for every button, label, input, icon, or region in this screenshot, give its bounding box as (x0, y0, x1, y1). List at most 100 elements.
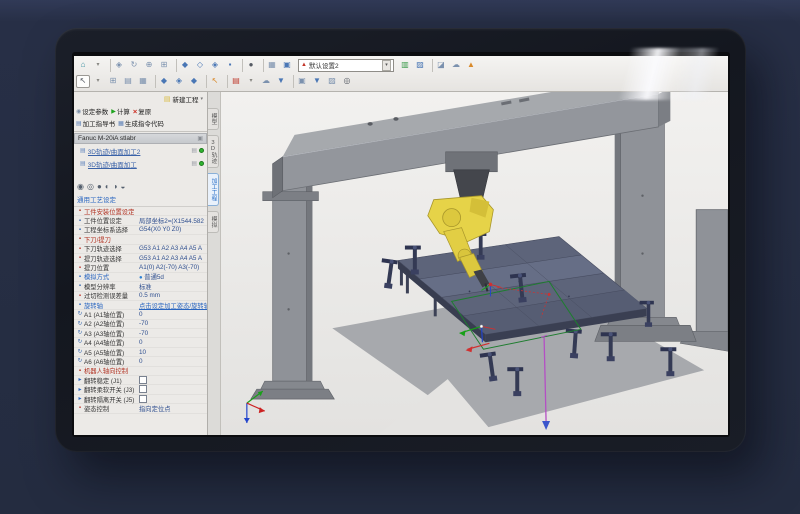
property-value[interactable]: G53 A1 A2 A3 A4 A5 A (139, 255, 207, 262)
config-dropdown[interactable]: ▲ 默认设置2 ▾ (298, 59, 394, 72)
property-row[interactable]: 下刀轨迹选择 G53 A1 A2 A3 A4 A5 A (74, 245, 207, 254)
toolbar-icon[interactable]: ↖ (208, 75, 222, 88)
side-tab[interactable]: 3D轨迹 (208, 135, 219, 169)
property-row[interactable]: 工程坐标系选择 G54(X0 Y0 Z0) (74, 226, 207, 235)
work-guide-button[interactable]: ▤ 加工指导书 (76, 118, 115, 128)
toolbar-icon[interactable]: ▤ (229, 75, 243, 88)
chevron-down-icon[interactable]: ▾ (382, 60, 391, 71)
toolbar-icon[interactable]: ▨ (325, 75, 339, 88)
toolbar-icon[interactable]: ☁ (259, 75, 273, 88)
toolbar-icon[interactable]: ▼ (274, 75, 288, 88)
toolbar-icon[interactable]: ⊞ (106, 75, 120, 88)
toolbar-icon[interactable]: ▾ (91, 75, 105, 88)
property-row[interactable]: 下刀/提刀 (74, 235, 207, 244)
toolbar-icon[interactable] (238, 59, 243, 72)
toolbar-icon[interactable]: ▥ (398, 59, 412, 72)
compute-button[interactable]: ▶ 计算 (111, 106, 130, 116)
property-value[interactable]: -70 (139, 320, 207, 327)
property-value[interactable] (139, 385, 207, 394)
reset-button[interactable]: × 复原 (133, 106, 151, 116)
toolbar-icon[interactable]: ☁ (449, 59, 463, 72)
side-tab[interactable]: 模型 (208, 108, 219, 130)
toolbar-icon[interactable]: ↻ (127, 59, 141, 72)
toolbar-icon[interactable]: ◈ (172, 75, 186, 88)
chevron-down-icon[interactable]: ▾ (200, 96, 203, 102)
property-value[interactable]: 普通5d (139, 272, 207, 281)
property-value[interactable]: G53 A1 A2 A3 A4 A5 A (139, 245, 207, 252)
property-row[interactable]: 工件位置设定 局部坐标2=(X1544.582 (74, 216, 207, 225)
toolbar-icon[interactable]: ▾ (91, 59, 105, 72)
trajectory-item[interactable]: ▤ 3D轨迹/曲面加工 ▤ (74, 157, 207, 170)
property-tool-icon[interactable]: ● (97, 182, 102, 191)
toolbar-icon[interactable]: ◆ (187, 75, 201, 88)
toolbar-icon[interactable]: ▦ (265, 59, 279, 72)
property-row[interactable]: 提刀轨迹选择 G53 A1 A2 A3 A4 A5 A (74, 254, 207, 263)
toolbar-icon[interactable]: ▼ (310, 75, 324, 88)
toolbar-icon[interactable] (172, 59, 177, 72)
property-row[interactable]: 模型分辨率 标准 (74, 282, 207, 291)
property-row[interactable]: A4 (A4轴位置) 0 (74, 338, 207, 347)
toolbar-icon[interactable] (223, 75, 228, 88)
toolbar-icon[interactable]: ◈ (112, 59, 126, 72)
toolbar-icon[interactable]: ▣ (280, 59, 294, 72)
property-value[interactable]: 标准 (139, 282, 207, 291)
property-row[interactable]: A5 (A5轴位置) 10 (74, 348, 207, 357)
toolbar-icon[interactable]: ◈ (208, 59, 222, 72)
property-tool-icon[interactable]: ◎ (87, 182, 94, 191)
toolbar-icon[interactable]: ⊕ (142, 59, 156, 72)
property-row[interactable]: 翻转柔软开关 (J3) (74, 385, 207, 394)
toolbar-icon[interactable]: ▾ (244, 75, 258, 88)
toolbar-icon[interactable]: ◆ (157, 75, 171, 88)
toolbar-icon[interactable]: ▲ (464, 59, 478, 72)
property-value[interactable]: 0.5 mm (139, 292, 207, 299)
set-params-button[interactable]: ◉ 设定参数 (76, 106, 108, 116)
trajectory-item[interactable]: ▤ 3D轨迹/曲面加工2 ▤ (74, 144, 207, 157)
toolbar-icon[interactable]: ▦ (136, 75, 150, 88)
property-row[interactable]: 翻转隔离开关 (J5) (74, 395, 207, 404)
property-row[interactable]: 提刀位置 A1(0) A2(-70) A3(-70) (74, 263, 207, 272)
toolbar-icon[interactable]: ▨ (413, 59, 427, 72)
property-row[interactable]: A3 (A3轴位置) -70 (74, 329, 207, 338)
property-value[interactable]: A1(0) A2(-70) A3(-70) (139, 264, 207, 271)
side-tab[interactable]: 模拟 (208, 211, 219, 233)
toolbar-icon[interactable]: ⊞ (157, 59, 171, 72)
property-row[interactable]: 模拟方式 普通5d (74, 273, 207, 282)
toolbar-icon[interactable]: ↖ (76, 75, 90, 88)
property-value[interactable]: 0 (139, 311, 207, 318)
property-value[interactable] (139, 395, 207, 404)
toolbar-icon[interactable] (202, 75, 207, 88)
property-value[interactable]: 10 (139, 349, 207, 356)
property-tool-icon[interactable]: ◐ (105, 182, 110, 191)
property-row[interactable]: 旋转轴 点击设定加工姿态/旋转轴 (74, 301, 207, 310)
toolbar-icon[interactable] (106, 59, 111, 72)
toolbar-icon[interactable]: ▤ (121, 75, 135, 88)
property-row[interactable]: 工件安装位置设定 (74, 207, 207, 216)
viewport-3d[interactable] (221, 92, 728, 435)
property-row[interactable]: 姿态控制 指向定位点 (74, 404, 207, 413)
robot-carriage-mount[interactable] (446, 152, 498, 204)
property-row[interactable]: 翻转稳定 (J1) (74, 376, 207, 385)
viewport-3d-scene[interactable] (221, 92, 728, 435)
property-value[interactable] (139, 376, 207, 385)
property-value[interactable]: 0 (139, 339, 207, 346)
toolbar-icon[interactable] (151, 75, 156, 88)
property-value[interactable]: G54(X0 Y0 Z0) (139, 226, 207, 233)
new-project-button[interactable]: 新建工程 (172, 94, 198, 104)
property-row[interactable]: A2 (A2轴位置) -70 (74, 320, 207, 329)
property-value[interactable]: 点击设定加工姿态/旋转轴 (139, 301, 207, 310)
toolbar-icon[interactable]: ◇ (193, 59, 207, 72)
property-value[interactable]: 指向定位点 (139, 404, 207, 413)
property-row[interactable]: 过切检测误差量 0.5 mm (74, 292, 207, 301)
toolbar-icon[interactable]: ▣ (295, 75, 309, 88)
property-row[interactable]: 机器人轴向控制 (74, 367, 207, 376)
property-tool-icon[interactable]: ◉ (77, 182, 84, 191)
side-tab[interactable]: 加工工程 (208, 173, 219, 206)
property-value[interactable]: 局部坐标2=(X1544.582 (139, 216, 207, 225)
property-tool-icon[interactable]: ◑ (113, 182, 118, 191)
generate-code-button[interactable]: ▦ 生成指令代码 (118, 118, 164, 128)
left-gantry-column[interactable] (251, 164, 335, 399)
property-tool-icon[interactable]: ◒ (121, 182, 126, 191)
toolbar-icon[interactable]: ◎ (340, 75, 354, 88)
toolbar-icon[interactable]: ▪ (223, 59, 237, 72)
property-value[interactable]: 0 (139, 358, 207, 365)
